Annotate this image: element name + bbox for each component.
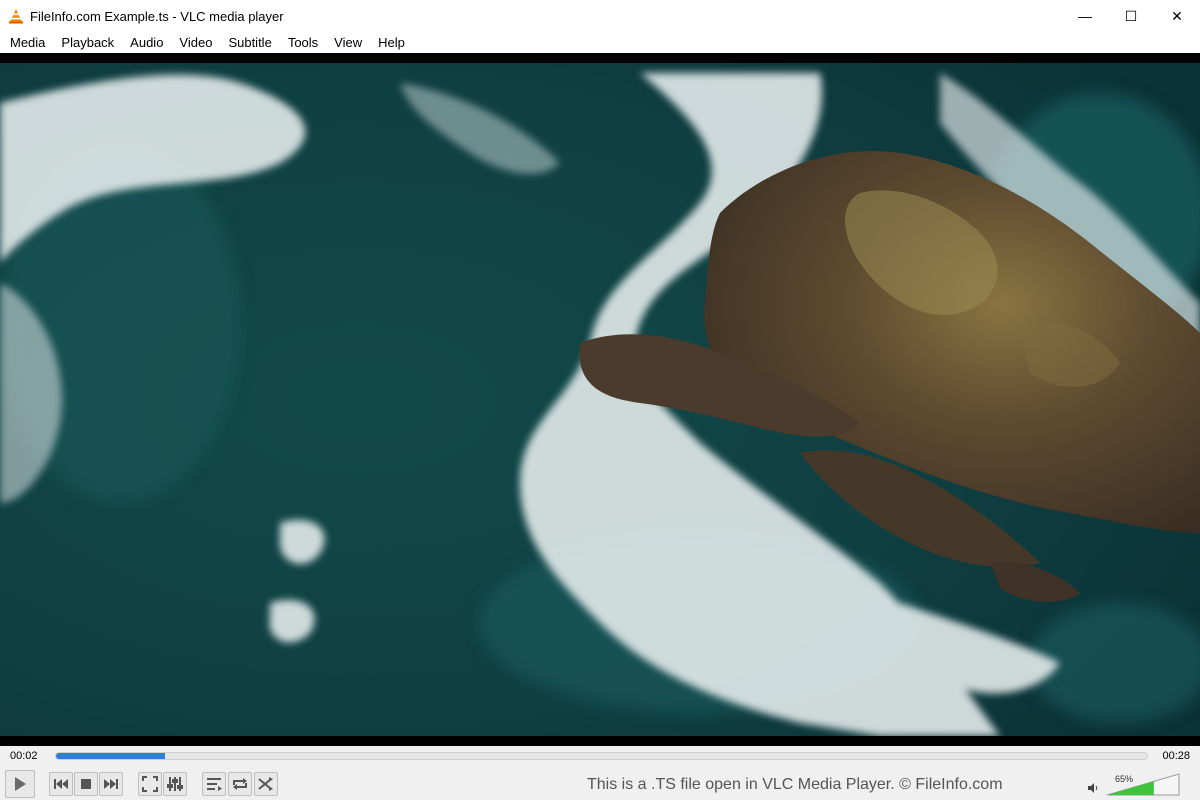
next-icon xyxy=(104,779,118,789)
menu-video[interactable]: Video xyxy=(171,32,220,53)
minimize-button[interactable]: — xyxy=(1062,0,1108,32)
extended-settings-button[interactable] xyxy=(163,772,187,796)
close-button[interactable]: ✕ xyxy=(1154,0,1200,32)
random-button[interactable] xyxy=(254,772,278,796)
maximize-button[interactable]: ☐ xyxy=(1108,0,1154,32)
video-frame xyxy=(0,63,1200,736)
title-bar: FileInfo.com Example.ts - VLC media play… xyxy=(0,0,1200,32)
fullscreen-icon xyxy=(142,776,158,792)
seek-row: 00:02 00:28 xyxy=(0,746,1200,768)
menu-playback[interactable]: Playback xyxy=(53,32,122,53)
elapsed-time: 00:02 xyxy=(10,750,38,762)
stop-button[interactable] xyxy=(74,772,98,796)
shuffle-icon xyxy=(258,777,273,791)
speaker-icon[interactable] xyxy=(1087,782,1099,794)
menu-media[interactable]: Media xyxy=(2,32,53,53)
loop-button[interactable] xyxy=(228,772,252,796)
seek-slider[interactable] xyxy=(55,752,1148,760)
window-title: FileInfo.com Example.ts - VLC media play… xyxy=(30,8,284,24)
equalizer-icon xyxy=(167,777,183,791)
total-time[interactable]: 00:28 xyxy=(1162,750,1190,762)
menu-audio[interactable]: Audio xyxy=(122,32,171,53)
loop-icon xyxy=(233,778,247,790)
fullscreen-button[interactable] xyxy=(138,772,162,796)
play-button[interactable] xyxy=(5,770,35,798)
menu-view[interactable]: View xyxy=(326,32,370,53)
playlist-icon xyxy=(207,778,222,791)
menu-bar: Media Playback Audio Video Subtitle Tool… xyxy=(0,32,1200,53)
controls-row: This is a .TS file open in VLC Media Pla… xyxy=(0,768,1200,800)
menu-tools[interactable]: Tools xyxy=(280,32,326,53)
seek-progress xyxy=(56,753,166,759)
menu-help[interactable]: Help xyxy=(370,32,413,53)
previous-icon xyxy=(54,779,68,789)
play-icon xyxy=(15,777,26,791)
volume-slider[interactable] xyxy=(1107,772,1181,796)
vlc-logo-icon xyxy=(9,9,23,24)
window-controls: — ☐ ✕ xyxy=(1062,0,1200,32)
stop-icon xyxy=(81,779,91,789)
previous-button[interactable] xyxy=(49,772,73,796)
playlist-button[interactable] xyxy=(202,772,226,796)
video-display[interactable] xyxy=(0,53,1200,746)
next-button[interactable] xyxy=(99,772,123,796)
menu-subtitle[interactable]: Subtitle xyxy=(220,32,279,53)
caption-text: This is a .TS file open in VLC Media Pla… xyxy=(587,776,1003,793)
